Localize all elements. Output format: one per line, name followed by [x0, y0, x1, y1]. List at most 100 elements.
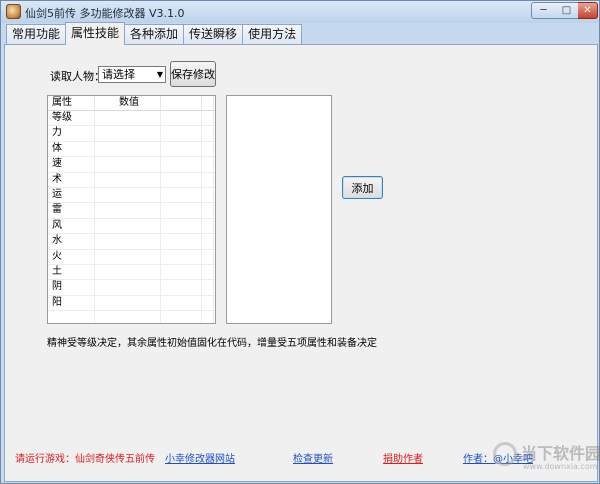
- cell-empty: [202, 157, 214, 172]
- cell-attribute: 雷: [48, 203, 95, 218]
- cell-value[interactable]: [95, 187, 161, 203]
- cell-attribute: 速: [48, 157, 95, 172]
- watermark-logo-icon: [493, 442, 517, 466]
- cell-value[interactable]: [95, 203, 161, 218]
- table-row[interactable]: 阳: [48, 295, 215, 312]
- added-items-list[interactable]: [226, 95, 332, 324]
- table-row[interactable]: [48, 311, 215, 323]
- cell-value[interactable]: [95, 172, 161, 187]
- table-row[interactable]: 土: [48, 264, 215, 281]
- table-row[interactable]: 阴: [48, 280, 215, 296]
- cell-value[interactable]: [95, 141, 161, 157]
- table-row[interactable]: 体: [48, 141, 215, 158]
- cell-empty: [161, 295, 202, 311]
- cell-empty: [161, 280, 202, 295]
- table-row[interactable]: 术: [48, 172, 215, 188]
- app-icon: [6, 4, 21, 19]
- table-row[interactable]: 火: [48, 249, 215, 265]
- cell-empty: [202, 126, 214, 141]
- cell-value[interactable]: [95, 234, 161, 249]
- cell-empty: [202, 203, 214, 218]
- cell-value[interactable]: [95, 111, 161, 126]
- app-window: 仙剑5前传 多功能修改器 V3.1.0 ─ □ ✕ 常用功能 属性技能 各种添加…: [0, 0, 600, 484]
- cell-empty: [202, 218, 214, 234]
- save-button[interactable]: 保存修改: [170, 61, 216, 87]
- cell-empty: [161, 157, 202, 172]
- add-button[interactable]: 添加: [342, 176, 383, 199]
- cell-attribute: 阴: [48, 280, 95, 295]
- tab-add-items[interactable]: 各种添加: [124, 24, 185, 45]
- table-row[interactable]: 雷: [48, 203, 215, 219]
- cell-empty: [202, 187, 214, 203]
- cell-attribute: 水: [48, 234, 95, 249]
- table-row[interactable]: 等级: [48, 111, 215, 127]
- cell-empty: [161, 234, 202, 249]
- cell-attribute: [48, 311, 95, 323]
- cell-attribute: 术: [48, 172, 95, 187]
- header-extra: [161, 96, 202, 110]
- cell-attribute: 体: [48, 141, 95, 157]
- cell-empty: [202, 141, 214, 157]
- table-row[interactable]: 力: [48, 126, 215, 142]
- cell-value[interactable]: [95, 264, 161, 280]
- cell-empty: [202, 111, 214, 126]
- cell-attribute: 土: [48, 264, 95, 280]
- tab-usage[interactable]: 使用方法: [242, 24, 303, 45]
- watermark-url: www.downxia.com: [523, 462, 598, 471]
- tab-panel: 读取人物： 请选择 ▼ 保存修改 属性 数值 等级 力 体 速 术 运 雷 风 …: [4, 44, 600, 482]
- cell-value[interactable]: [95, 280, 161, 295]
- close-button[interactable]: ✕: [578, 2, 598, 19]
- cell-value[interactable]: [95, 126, 161, 141]
- title-bar: 仙剑5前传 多功能修改器 V3.1.0 ─ □ ✕: [1, 1, 599, 23]
- table-row[interactable]: 水: [48, 234, 215, 250]
- tab-teleport[interactable]: 传送瞬移: [183, 24, 244, 45]
- cell-attribute: 火: [48, 249, 95, 264]
- cell-empty: [161, 203, 202, 218]
- cell-empty: [161, 141, 202, 157]
- cell-empty: [161, 264, 202, 280]
- donate-link[interactable]: 捐助作者: [383, 450, 423, 465]
- cell-empty: [161, 111, 202, 126]
- cell-value[interactable]: [95, 249, 161, 264]
- maximize-button[interactable]: □: [555, 2, 579, 19]
- window-title: 仙剑5前传 多功能修改器 V3.1.0: [25, 7, 185, 20]
- cell-value[interactable]: [95, 157, 161, 172]
- cell-attribute: 力: [48, 126, 95, 141]
- cell-empty: [202, 311, 214, 323]
- cell-attribute: 运: [48, 187, 95, 203]
- grid-header: 属性 数值: [48, 96, 215, 111]
- cell-empty: [202, 172, 214, 187]
- tab-attributes[interactable]: 属性技能: [65, 22, 126, 45]
- read-character-label: 读取人物：: [50, 70, 105, 83]
- cell-attribute: 阳: [48, 295, 95, 311]
- cell-attribute: 等级: [48, 111, 95, 126]
- cell-empty: [161, 126, 202, 141]
- character-select[interactable]: 请选择 ▼: [98, 66, 166, 83]
- check-update-link[interactable]: 检查更新: [293, 450, 333, 465]
- cell-attribute: 风: [48, 218, 95, 234]
- tab-common[interactable]: 常用功能: [6, 24, 67, 45]
- cell-empty: [202, 234, 214, 249]
- table-row[interactable]: 速: [48, 157, 215, 173]
- table-row[interactable]: 运: [48, 187, 215, 204]
- header-extra-2: [202, 96, 214, 110]
- attribute-grid[interactable]: 属性 数值 等级 力 体 速 术 运 雷 风 水 火 土 阴 阳: [47, 95, 216, 324]
- table-row[interactable]: 风: [48, 218, 215, 235]
- header-attribute: 属性: [48, 96, 95, 110]
- site-link[interactable]: 小幸修改器网站: [165, 450, 235, 465]
- running-game-status: 请运行游戏：仙剑奇侠传五前传: [15, 454, 155, 465]
- tab-strip: 常用功能 属性技能 各种添加 传送瞬移 使用方法: [6, 22, 303, 45]
- cell-empty: [161, 311, 202, 323]
- chevron-down-icon: ▼: [156, 70, 163, 79]
- attribute-note: 精神受等级决定，其余属性初始值固化在代码，增量受五项属性和装备决定: [47, 338, 377, 349]
- cell-value[interactable]: [95, 218, 161, 234]
- minimize-button[interactable]: ─: [531, 2, 556, 19]
- cell-value[interactable]: [95, 311, 161, 323]
- header-value: 数值: [95, 96, 161, 110]
- character-select-value: 请选择: [102, 68, 135, 81]
- cell-empty: [161, 249, 202, 264]
- cell-empty: [202, 295, 214, 311]
- cell-value[interactable]: [95, 295, 161, 311]
- cell-empty: [161, 187, 202, 203]
- cell-empty: [202, 280, 214, 295]
